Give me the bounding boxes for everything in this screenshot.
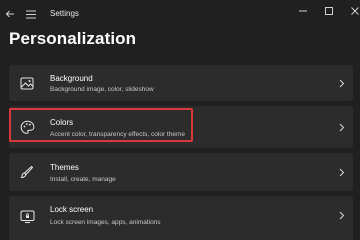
setting-title: Themes [50,163,79,172]
setting-title: Background [50,74,93,83]
chevron-right-icon [337,209,347,221]
chevron-right-icon [337,77,347,89]
setting-description: Background image, color, slideshow [50,86,154,93]
setting-colors[interactable]: Colors Accent color, transparency effect… [9,106,353,148]
setting-lock-screen[interactable]: Lock screen Lock screen images, apps, an… [9,196,353,240]
app-title: Settings [50,9,79,18]
back-arrow-icon[interactable] [2,6,18,22]
chevron-right-icon [337,121,347,133]
image-icon [19,75,35,91]
chevron-right-icon [337,166,347,178]
maximize-icon[interactable] [318,4,340,18]
palette-icon [19,119,35,135]
setting-description: Lock screen images, apps, animations [50,219,161,226]
minimize-icon[interactable] [292,4,314,18]
page-title: Personalization [9,29,137,48]
hamburger-menu-icon[interactable] [23,6,39,22]
setting-themes[interactable]: Themes Install, create, manage [9,153,353,191]
setting-title: Lock screen [50,205,94,214]
setting-description: Accent color, transparency effects, colo… [50,131,186,138]
close-icon[interactable] [344,4,360,18]
title-bar: Settings [0,0,360,28]
setting-title: Colors [50,118,74,127]
setting-background[interactable]: Background Background image, color, slid… [9,65,353,101]
setting-description: Install, create, manage [50,176,116,183]
lock-screen-icon [19,208,35,224]
brush-icon [19,164,35,180]
